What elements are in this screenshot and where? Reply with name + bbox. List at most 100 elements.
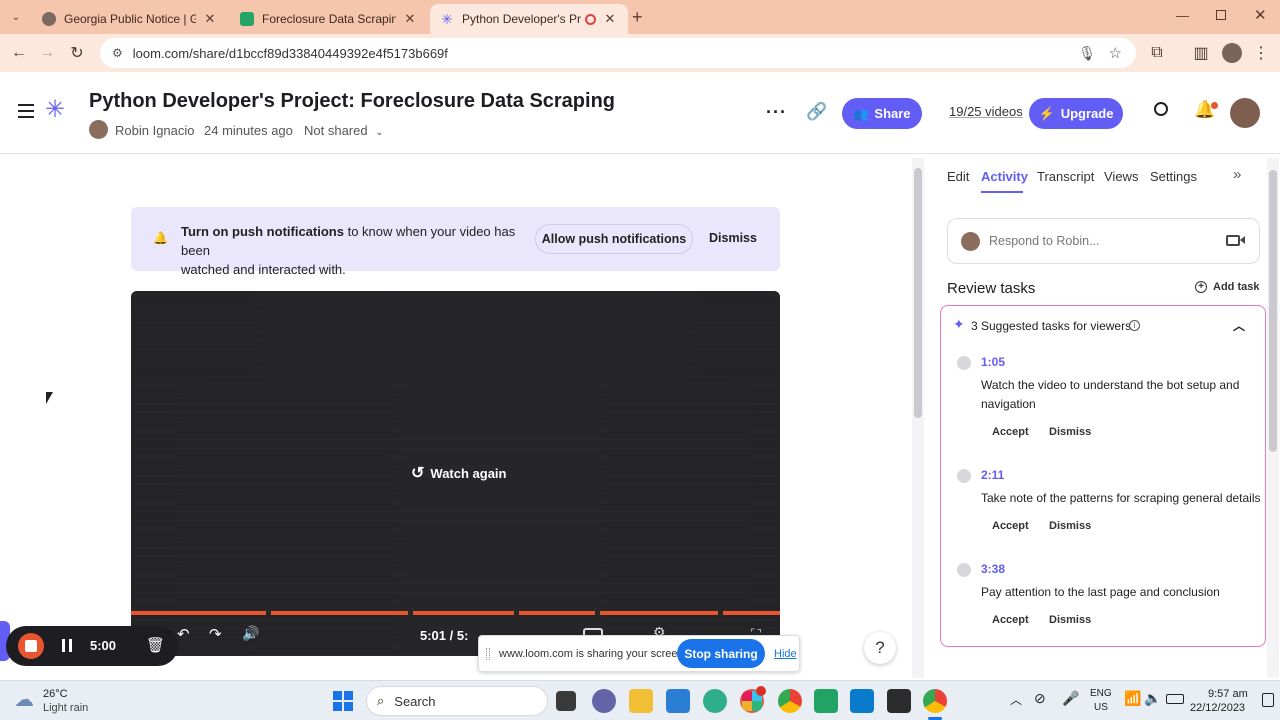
task-timestamp[interactable]: 2:11 <box>981 468 1004 482</box>
spreadsheet-app-icon[interactable] <box>814 689 838 713</box>
close-tab-icon[interactable]: ✕ <box>202 11 218 27</box>
tab-transcript[interactable]: Transcript <box>1037 169 1094 184</box>
dismiss-notice-button[interactable]: Dismiss <box>709 231 757 245</box>
reload-icon[interactable]: ↻ <box>66 42 88 64</box>
forward-icon[interactable]: ↷ <box>209 625 222 643</box>
hide-sharing-bar-link[interactable]: Hide <box>774 648 797 660</box>
new-tab-button[interactable]: + <box>632 7 643 28</box>
extensions-icon[interactable]: ⧉ <box>1146 42 1168 64</box>
upgrade-button[interactable]: ⚡ Upgrade <box>1029 98 1123 129</box>
allow-push-notifications-button[interactable]: Allow push notifications <box>535 224 693 254</box>
search-icon[interactable] <box>1154 102 1168 116</box>
videos-count-link[interactable]: 19/25 videos <box>949 104 1023 119</box>
task-check-icon[interactable] <box>957 469 971 483</box>
drag-handle-icon[interactable] <box>486 648 490 660</box>
activity-panel: Edit Activity Transcript Views Settings … <box>927 154 1267 680</box>
language-line1[interactable]: ENG <box>1090 688 1112 699</box>
maximize-window-button[interactable] <box>1216 10 1226 20</box>
accept-task-button[interactable]: Accept <box>992 614 1029 626</box>
tab-georgia-public-notice[interactable]: Georgia Public Notice | Georgi ✕ <box>32 4 228 34</box>
user-avatar[interactable] <box>1230 98 1260 128</box>
chrome-alt-icon[interactable] <box>778 689 802 713</box>
trash-icon[interactable]: 🗑 <box>146 636 165 654</box>
address-bar[interactable]: ⚙ loom.com/share/d1bccf89d33840449392e4f… <box>100 38 1136 68</box>
watch-again-button[interactable]: ↺ Watch again <box>411 463 507 483</box>
respond-input[interactable]: Respond to Robin... <box>947 218 1260 264</box>
panel-scrollbar[interactable] <box>1267 158 1279 678</box>
loom-logo-icon[interactable]: ✳ <box>45 98 65 122</box>
progress-bar[interactable] <box>131 611 780 615</box>
video-player[interactable]: ↺ Watch again ↶ ↷ 🔊 5:01 / 5: ⚙ ⛶ <box>131 291 780 656</box>
clock-time[interactable]: 9:57 am <box>1208 688 1248 700</box>
volume-icon[interactable]: 🔈 <box>1144 690 1161 707</box>
tab-activity[interactable]: Activity <box>981 169 1028 184</box>
profile-avatar[interactable] <box>1222 43 1242 63</box>
tab-views[interactable]: Views <box>1104 169 1138 184</box>
taskbar-search-box[interactable]: ⌕ Search <box>366 686 548 716</box>
notification-center-icon[interactable] <box>1262 693 1274 707</box>
minimize-window-button[interactable]: — <box>1176 8 1189 23</box>
collapse-panel-icon[interactable]: » <box>1233 166 1241 183</box>
task-check-icon[interactable] <box>957 563 971 577</box>
forward-icon[interactable]: → <box>36 42 58 64</box>
bookmark-star-icon[interactable]: ☆ <box>1109 44 1122 62</box>
teams-chat-icon[interactable] <box>592 689 616 713</box>
language-line2[interactable]: US <box>1094 702 1108 713</box>
side-panel-icon[interactable]: ▥ <box>1190 42 1212 64</box>
main-scrollbar-thumb[interactable] <box>914 168 922 418</box>
dismiss-task-button[interactable]: Dismiss <box>1049 426 1091 438</box>
add-task-button[interactable]: + Add task <box>1195 281 1259 293</box>
terminal-icon[interactable] <box>887 689 911 713</box>
sharing-status-dropdown[interactable]: Not shared ⌄ <box>304 123 384 138</box>
file-explorer-icon[interactable] <box>629 689 653 713</box>
task-view-icon[interactable] <box>556 691 576 711</box>
accept-task-button[interactable]: Accept <box>992 520 1029 532</box>
more-options-icon[interactable]: ··· <box>766 102 787 123</box>
tab-foreclosure-sheet[interactable]: Foreclosure Data Scraping(12/0 ✕ <box>230 4 428 34</box>
chevron-up-icon[interactable]: ︿ <box>1233 317 1245 334</box>
tab-settings[interactable]: Settings <box>1150 169 1197 184</box>
accept-task-button[interactable]: Accept <box>992 426 1029 438</box>
panel-scrollbar-thumb[interactable] <box>1269 170 1277 452</box>
pause-icon[interactable] <box>62 639 72 652</box>
microphone-icon[interactable]: 🎤 <box>1062 690 1079 707</box>
microsoft-store-icon[interactable] <box>666 689 690 713</box>
wifi-icon[interactable]: 📶 <box>1124 690 1141 707</box>
site-info-icon[interactable]: ⚙ <box>112 46 123 60</box>
task-timestamp[interactable]: 1:05 <box>981 355 1005 369</box>
clock-date[interactable]: 22/12/2023 <box>1190 702 1245 714</box>
battery-icon[interactable] <box>1166 694 1184 704</box>
share-button[interactable]: 👥 Share <box>842 98 922 129</box>
stop-recording-button[interactable] <box>18 633 44 659</box>
vscode-icon[interactable] <box>850 689 874 713</box>
task-check-icon[interactable] <box>957 356 971 370</box>
volume-icon[interactable]: 🔊 <box>242 625 259 642</box>
tab-loom-video[interactable]: ✳ Python Developer's Project ✕ <box>430 4 628 34</box>
back-icon[interactable]: ← <box>8 42 30 64</box>
chrome-icon[interactable] <box>923 689 947 713</box>
stop-sharing-button[interactable]: Stop sharing <box>677 639 765 668</box>
windows-start-icon[interactable] <box>333 691 353 711</box>
edge-browser-icon[interactable] <box>703 689 727 713</box>
rewind-icon[interactable]: ↶ <box>177 625 190 643</box>
dismiss-task-button[interactable]: Dismiss <box>1049 520 1091 532</box>
tab-edit[interactable]: Edit <box>947 169 969 184</box>
network-status-icon[interactable]: ⊘ <box>1034 690 1046 707</box>
close-tab-icon[interactable]: ✕ <box>402 11 418 27</box>
copy-link-icon[interactable]: 🔗 <box>806 102 827 122</box>
author-name[interactable]: Robin Ignacio <box>115 123 195 138</box>
task-timestamp[interactable]: 3:38 <box>981 562 1005 576</box>
browser-menu-icon[interactable]: ⋮ <box>1250 42 1272 64</box>
chevron-up-icon[interactable]: ︿ <box>1010 691 1022 708</box>
close-window-button[interactable]: ✕ <box>1254 6 1267 24</box>
weather-icon[interactable]: ☁ <box>14 687 34 712</box>
hamburger-menu-icon[interactable] <box>18 104 34 118</box>
tab-search-button[interactable]: ⌄ <box>6 7 26 27</box>
video-camera-icon[interactable] <box>1226 235 1240 246</box>
info-icon[interactable]: i <box>1129 320 1140 331</box>
help-button[interactable]: ? <box>864 632 896 664</box>
dismiss-task-button[interactable]: Dismiss <box>1049 614 1091 626</box>
main-scrollbar[interactable] <box>912 158 924 678</box>
close-tab-icon[interactable]: ✕ <box>602 11 618 27</box>
microphone-icon[interactable]: 🎙 <box>1078 45 1096 62</box>
